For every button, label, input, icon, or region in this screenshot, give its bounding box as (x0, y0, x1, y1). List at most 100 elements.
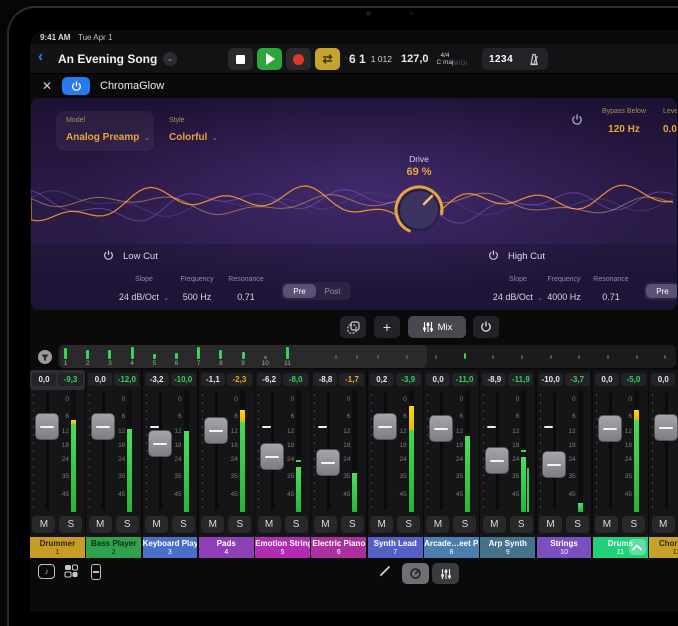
mute-button[interactable]: M (652, 516, 675, 533)
peak-value[interactable]: -3,9 (396, 373, 421, 386)
peak-value[interactable]: -11,9 (508, 373, 533, 386)
navigator-strip[interactable]: 1234567891011 (58, 345, 676, 368)
filter-tracks-button[interactable] (34, 346, 56, 367)
fader-handle[interactable] (91, 413, 115, 440)
chevron-down-icon[interactable]: ⌄ (163, 52, 177, 66)
song-title[interactable]: An Evening Song (58, 52, 157, 66)
add-track-button[interactable]: + (374, 316, 400, 338)
fader-handle[interactable] (373, 413, 397, 440)
solo-button[interactable]: S (285, 516, 308, 533)
track-name-tab[interactable]: Drummer1 (30, 537, 85, 558)
bypass-power-icon[interactable] (571, 114, 583, 126)
lcd-display[interactable]: 6 1 1 012 127,0 4/4 C maj MIDI (340, 48, 474, 70)
peak-value[interactable]: -3,7 (565, 373, 590, 386)
fader-view-button[interactable] (91, 564, 101, 580)
mixer-power-button[interactable] (473, 316, 499, 338)
metronome-icon[interactable] (527, 53, 541, 66)
peak-value[interactable]: -5,0 (621, 373, 646, 386)
mixer-view-button[interactable] (432, 563, 459, 584)
fader-handle[interactable] (204, 417, 228, 444)
duplicate-button[interactable] (340, 316, 366, 338)
track-name-tab[interactable]: Strings10 (537, 537, 592, 558)
count-in-button[interactable]: 1234 (489, 54, 513, 65)
cycle-button[interactable]: ⇄ (315, 48, 340, 70)
track-name-tab[interactable]: Bass Player2 (86, 537, 141, 558)
solo-button[interactable]: S (453, 516, 476, 533)
solo-button[interactable]: S (341, 516, 364, 533)
track-name-tab[interactable]: Pads4 (199, 537, 254, 558)
volume-value[interactable]: -6,2 (257, 373, 281, 386)
solo-button[interactable]: S (566, 516, 589, 533)
fader-handle[interactable] (35, 413, 59, 440)
fader-handle[interactable] (485, 447, 509, 474)
mute-button[interactable]: M (314, 516, 337, 533)
mute-button[interactable]: M (483, 516, 506, 533)
close-icon[interactable]: ✕ (42, 79, 52, 93)
fader-handle[interactable] (542, 451, 566, 478)
track-name-tab[interactable]: Keyboard Player3 (143, 537, 198, 558)
peak-value[interactable]: -8,0 (283, 373, 308, 386)
high-cut-power-icon[interactable] (488, 250, 499, 261)
track-name-tab[interactable]: Synth Lead7 (368, 537, 423, 558)
track-name-tab[interactable]: Electric Piano6 (311, 537, 366, 558)
solo-button[interactable]: S (397, 516, 420, 533)
mute-button[interactable]: M (426, 516, 449, 533)
plugin-tiles-button[interactable] (64, 564, 79, 578)
mute-button[interactable]: M (32, 516, 55, 533)
drive-knob[interactable] (391, 182, 447, 238)
volume-value[interactable]: -8,8 (313, 373, 337, 386)
solo-button[interactable]: S (622, 516, 645, 533)
loop-browser-button[interactable]: ♪ (38, 564, 55, 579)
high-cut-resonance[interactable]: Resonance 0.71 (581, 276, 641, 305)
mute-button[interactable]: M (258, 516, 281, 533)
mute-button[interactable]: M (89, 516, 112, 533)
track-name-tab[interactable]: Arcade…eet Pad8 (424, 537, 479, 558)
level-control[interactable]: Level 0.0 (663, 108, 677, 137)
volume-value[interactable]: -3,2 (145, 373, 169, 386)
low-cut-resonance[interactable]: Resonance 0.71 (216, 276, 276, 305)
controls-view-button[interactable] (402, 563, 429, 584)
solo-button[interactable]: S (172, 516, 195, 533)
low-cut-slope[interactable]: Slope 24 dB/Oct ⌄ (114, 276, 174, 305)
track-name-tab[interactable]: Emotion Strings5 (255, 537, 310, 558)
solo-button[interactable]: S (228, 516, 251, 533)
fader-handle[interactable] (148, 430, 172, 457)
fader-handle[interactable] (429, 415, 453, 442)
pre-button[interactable]: Pre (283, 284, 316, 298)
peak-value[interactable]: -10,0 (171, 373, 196, 386)
volume-value[interactable]: 0,0 (88, 373, 112, 386)
peak-value[interactable]: -2,3 (227, 373, 252, 386)
volume-value[interactable]: -8,9 (482, 373, 506, 386)
track-name-tab[interactable]: Chorus V12 (649, 537, 678, 558)
mute-button[interactable]: M (370, 516, 393, 533)
plugin-power-button[interactable] (62, 77, 90, 95)
volume-value[interactable]: -1,1 (201, 373, 225, 386)
solo-button[interactable]: S (59, 516, 82, 533)
solo-button[interactable]: S (116, 516, 139, 533)
volume-value[interactable]: -10,0 (539, 373, 563, 386)
volume-value[interactable]: 0,2 (370, 373, 394, 386)
mute-button[interactable]: M (201, 516, 224, 533)
play-button[interactable] (257, 48, 282, 70)
track-name-tab[interactable]: Drums11 (593, 537, 648, 558)
peak-value[interactable]: -11,0 (452, 373, 477, 386)
style-selector[interactable]: Style Colorful ⌄ (159, 111, 239, 151)
stop-button[interactable] (228, 48, 253, 70)
model-selector[interactable]: Model Analog Preamp ⌄ (56, 111, 154, 151)
peak-value[interactable]: -12,0 (114, 373, 139, 386)
volume-value[interactable]: 0,0 (32, 373, 56, 386)
volume-value[interactable]: 0,0 (426, 373, 450, 386)
peak-value[interactable]: -1,7 (339, 373, 364, 386)
fader-handle[interactable] (598, 415, 622, 442)
back-chevron-icon[interactable]: ‹ (38, 48, 43, 65)
track-name-tab[interactable]: Arp Synth9 (480, 537, 535, 558)
mute-button[interactable]: M (145, 516, 168, 533)
volume-value[interactable]: 0,0 (651, 373, 675, 386)
mix-mode-button[interactable]: Mix (408, 316, 466, 338)
mute-button[interactable]: M (539, 516, 562, 533)
low-cut-power-icon[interactable] (103, 250, 114, 261)
bypass-below-control[interactable]: Bypass Below 120 Hz (589, 108, 659, 137)
collapse-mixer-button[interactable] (629, 539, 646, 555)
edit-button[interactable] (378, 564, 392, 578)
fader-handle[interactable] (316, 449, 340, 476)
